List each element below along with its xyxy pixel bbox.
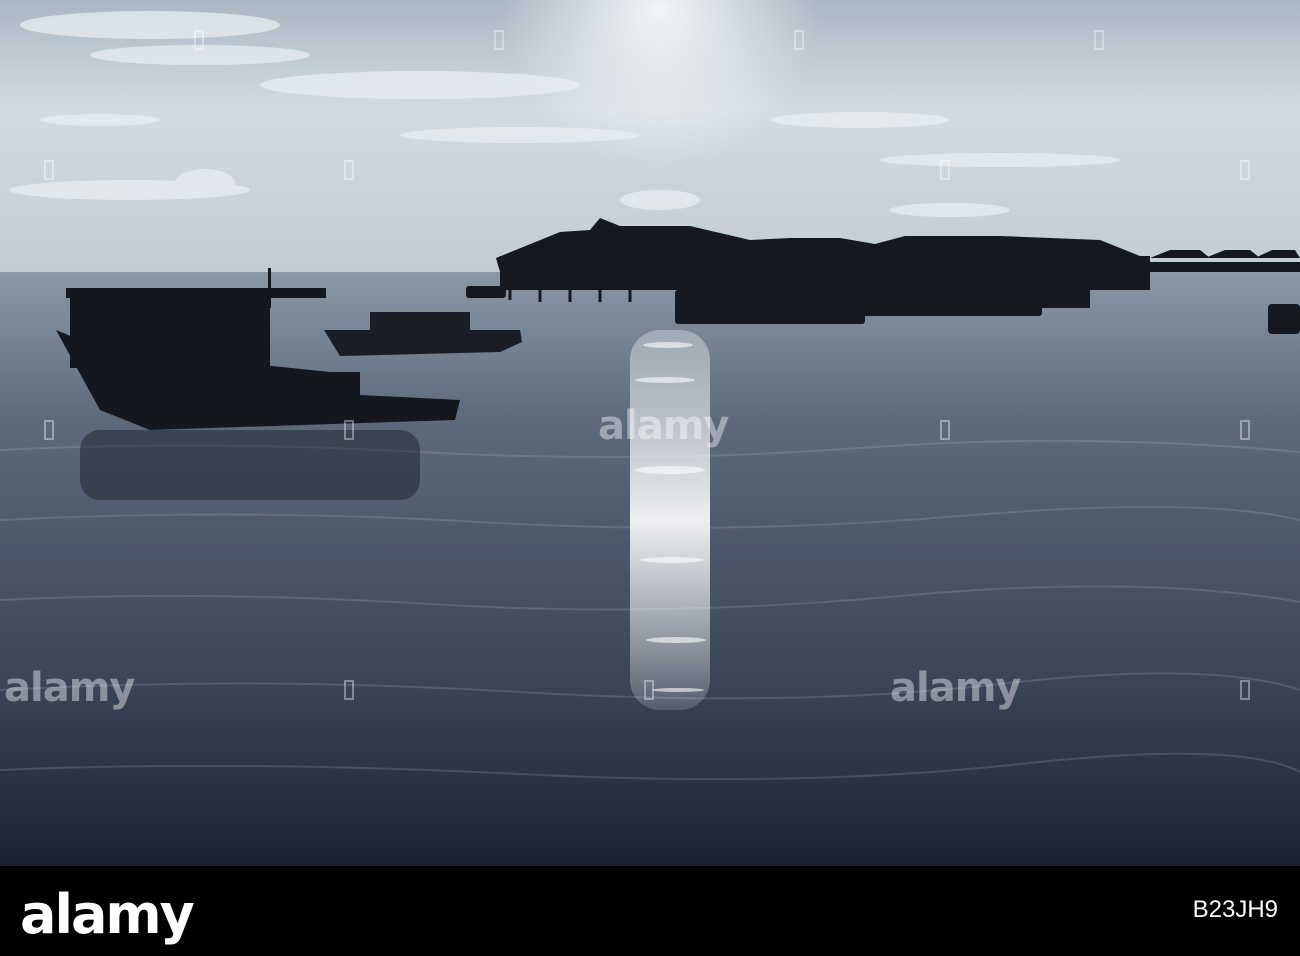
photo-scene <box>0 0 1300 866</box>
image-id-label: B23JH9 <box>1192 896 1278 923</box>
footer-bar: alamy B23JH9 <box>0 866 1300 956</box>
sun-reflection <box>630 330 710 710</box>
boat-reflection <box>80 430 420 500</box>
alamy-logo: alamy <box>20 883 195 946</box>
